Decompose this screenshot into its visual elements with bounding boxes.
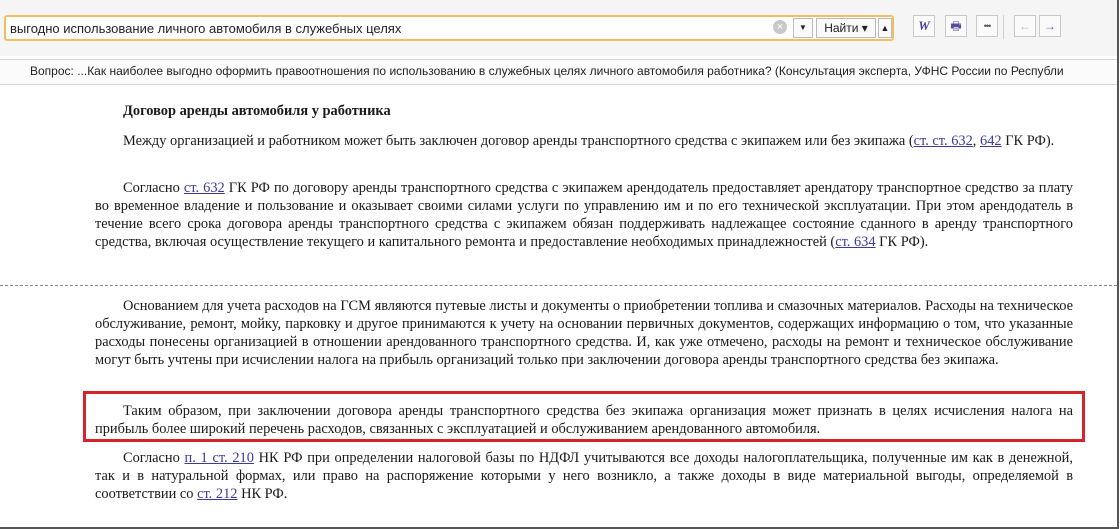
clear-search-icon[interactable]: ×: [773, 20, 787, 34]
find-button-label: Найти: [824, 21, 859, 35]
page-divider: [0, 285, 1117, 286]
link-st-632[interactable]: ст. 632: [184, 180, 225, 196]
paragraph-5: Согласно п. 1 ст. 210 НК РФ при определе…: [95, 449, 1073, 503]
paragraph-2-tail: ГК РФ).: [875, 234, 929, 250]
forward-button[interactable]: →: [1039, 15, 1061, 37]
arrow-left-icon: ←: [1019, 19, 1031, 33]
back-button[interactable]: ←: [1014, 15, 1036, 37]
print-button[interactable]: 🖶: [945, 15, 967, 37]
link-642[interactable]: 642: [980, 133, 1002, 149]
export-word-button[interactable]: W: [913, 15, 935, 37]
paragraph-1-tail: ГК РФ).: [1001, 133, 1055, 149]
more-button[interactable]: •••: [976, 15, 998, 37]
paragraph-1-text: Между организацией и работником может бы…: [123, 133, 914, 149]
printer-icon: 🖶: [950, 19, 962, 33]
search-input[interactable]: [10, 19, 770, 37]
link-st-212[interactable]: ст. 212: [197, 486, 237, 502]
word-icon: W: [918, 18, 930, 33]
paragraph-1: Между организацией и работником может бы…: [95, 132, 1073, 150]
arrow-right-icon: →: [1044, 19, 1056, 33]
paragraph-2-text: Согласно: [123, 180, 184, 196]
link-p1-st-210[interactable]: п. 1 ст. 210: [185, 450, 254, 466]
toolbar: × ▼ Найти ▾ ▲ W 🖶 ••• ← →: [0, 0, 1117, 56]
paragraph-1-separator: ,: [972, 133, 980, 149]
search-box: × ▼ Найти ▾ ▲: [4, 15, 894, 41]
app-window: × ▼ Найти ▾ ▲ W 🖶 ••• ← → Вопрос: ...Как…: [0, 0, 1119, 529]
document-view: Договор аренды автомобиля у работника Ме…: [0, 85, 1117, 527]
toolbar-divider: [1003, 15, 1004, 39]
search-history-dropdown-button[interactable]: ▼: [793, 18, 813, 38]
paragraph-5-tail: НК РФ.: [237, 486, 288, 502]
link-st-632-642[interactable]: ст. ст. 632: [914, 133, 973, 149]
paragraph-2: Согласно ст. 632 ГК РФ по договору аренд…: [95, 179, 1073, 251]
find-button[interactable]: Найти ▾: [816, 18, 876, 38]
breadcrumb-text: Вопрос: ...Как наиболее выгодно оформить…: [30, 64, 1064, 78]
section-heading: Договор аренды автомобиля у работника: [123, 103, 391, 119]
highlight-box: [83, 391, 1085, 442]
find-options-chevron-icon: ▾: [861, 21, 868, 35]
paragraph-5-text: Согласно: [123, 450, 185, 466]
paragraph-3-text: Основанием для учета расходов на ГСМ явл…: [95, 298, 1073, 368]
breadcrumb[interactable]: Вопрос: ...Как наиболее выгодно оформить…: [0, 59, 1117, 85]
more-icon: •••: [983, 21, 992, 31]
find-previous-button[interactable]: ▲: [878, 18, 892, 38]
link-st-634[interactable]: ст. 634: [835, 234, 875, 250]
paragraph-3: Основанием для учета расходов на ГСМ явл…: [95, 297, 1073, 369]
